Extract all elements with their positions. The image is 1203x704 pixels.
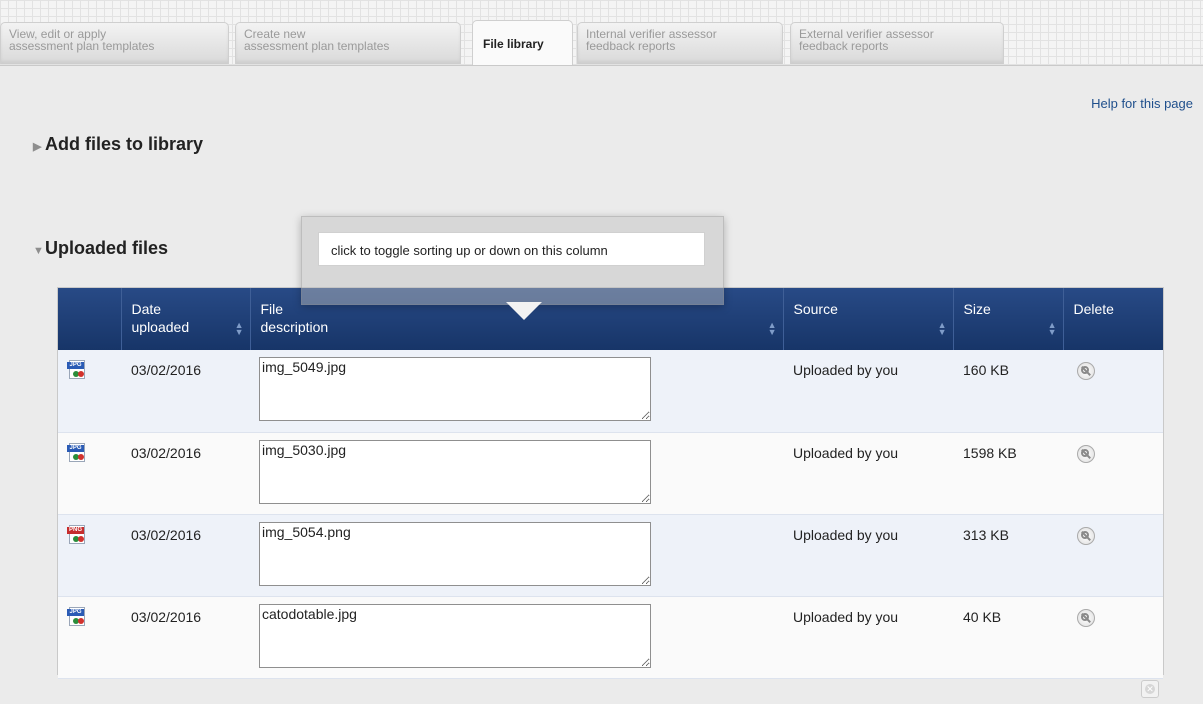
header-label: description — [260, 319, 329, 335]
sort-tooltip: click to toggle sorting up or down on th… — [318, 232, 705, 266]
date-cell: 03/02/2016 — [121, 432, 250, 515]
table-row: JPG 03/02/2016 catodotable.jpg Uploaded … — [58, 596, 1163, 679]
jpg-file-icon: JPG — [67, 442, 85, 462]
source-cell: Uploaded by you — [783, 432, 953, 515]
jpg-file-icon: JPG — [67, 360, 85, 379]
delete-icon[interactable] — [1077, 526, 1095, 545]
header-size[interactable]: Size ▲ ▼ — [953, 288, 1064, 350]
uploaded-files-section-toggle[interactable]: ▼Uploaded files — [33, 238, 168, 259]
tab-internal-verifier-reports[interactable]: Internal verifier assessor feedback repo… — [577, 22, 783, 64]
file-description-input[interactable]: img_5049.jpg — [259, 357, 651, 421]
date-cell: 03/02/2016 — [121, 596, 250, 679]
source-cell: Uploaded by you — [783, 596, 953, 679]
file-description-input[interactable]: img_5054.png — [259, 521, 651, 586]
size-cell: 1598 KB — [953, 432, 1063, 515]
tab-label-line2: feedback reports — [586, 39, 676, 53]
tab-external-verifier-reports[interactable]: External verifier assessor feedback repo… — [790, 22, 1004, 64]
size-cell: 160 KB — [953, 350, 1063, 433]
sort-arrows-icon: ▲ ▼ — [234, 320, 244, 337]
table-row: JPG 03/02/2016 img_5049.jpg Uploaded by … — [58, 350, 1163, 433]
tab-view-edit-apply-templates[interactable]: View, edit or apply assessment plan temp… — [0, 22, 229, 64]
tab-label-line2: assessment plan templates — [244, 39, 390, 53]
header-label: Date — [131, 301, 162, 317]
header-label: uploaded — [131, 319, 190, 335]
delete-icon[interactable] — [1077, 608, 1095, 627]
sort-arrows-icon: ▲ ▼ — [1047, 320, 1057, 337]
tab-label-line2: feedback reports — [799, 39, 889, 53]
uploaded-files-heading: Uploaded files — [45, 238, 169, 258]
help-link[interactable]: Help for this page — [1091, 96, 1193, 111]
header-label: Source — [793, 301, 838, 317]
bulk-delete-button[interactable]: ✕ — [1141, 680, 1159, 698]
tab-create-new-templates[interactable]: Create new assessment plan templates — [235, 22, 461, 64]
header-delete: Delete — [1063, 288, 1163, 350]
size-cell: 313 KB — [953, 514, 1063, 597]
collapsed-triangle-icon: ▶ — [33, 141, 42, 153]
png-file-icon: PNG — [67, 524, 85, 544]
delete-icon: ✕ — [1145, 684, 1155, 694]
tooltip-arrow-icon — [506, 302, 542, 320]
header-date-uploaded[interactable]: Date uploaded ▲ ▼ — [121, 288, 251, 350]
table-row: JPG 03/02/2016 img_5030.jpg Uploaded by … — [58, 432, 1163, 515]
uploaded-files-table: Date uploaded ▲ ▼ File description ▲ ▼ Sou… — [57, 287, 1164, 679]
add-files-section-toggle[interactable]: ▶ Add files to library — [33, 134, 203, 155]
header-source[interactable]: Source ▲ ▼ — [783, 288, 954, 350]
date-cell: 03/02/2016 — [121, 514, 250, 597]
tab-divider — [0, 65, 1203, 66]
add-files-heading: Add files to library — [45, 134, 204, 154]
size-cell: 40 KB — [953, 596, 1063, 679]
tab-file-library[interactable]: File library — [472, 20, 573, 66]
date-cell: 03/02/2016 — [121, 350, 250, 433]
file-description-input[interactable]: img_5030.jpg — [259, 439, 651, 504]
delete-icon[interactable] — [1077, 362, 1095, 380]
tab-label: File library — [483, 37, 544, 51]
tab-strip: View, edit or apply assessment plan temp… — [0, 0, 1203, 66]
header-icon-column — [58, 288, 122, 350]
expanded-triangle-icon: ▼ — [33, 245, 44, 257]
jpg-file-icon: JPG — [67, 606, 85, 626]
source-cell: Uploaded by you — [783, 350, 953, 433]
sort-arrows-icon: ▲ ▼ — [937, 320, 947, 337]
delete-icon[interactable] — [1077, 444, 1095, 463]
file-description-input[interactable]: catodotable.jpg — [259, 603, 651, 668]
table-row: PNG 03/02/2016 img_5054.png Uploaded by … — [58, 514, 1163, 597]
sort-arrows-icon: ▲ ▼ — [767, 320, 777, 337]
tab-label-line2: assessment plan templates — [9, 39, 155, 53]
header-label: Size — [963, 301, 991, 317]
header-label: File — [260, 301, 284, 317]
header-label: Delete — [1073, 301, 1114, 317]
source-cell: Uploaded by you — [783, 514, 953, 597]
